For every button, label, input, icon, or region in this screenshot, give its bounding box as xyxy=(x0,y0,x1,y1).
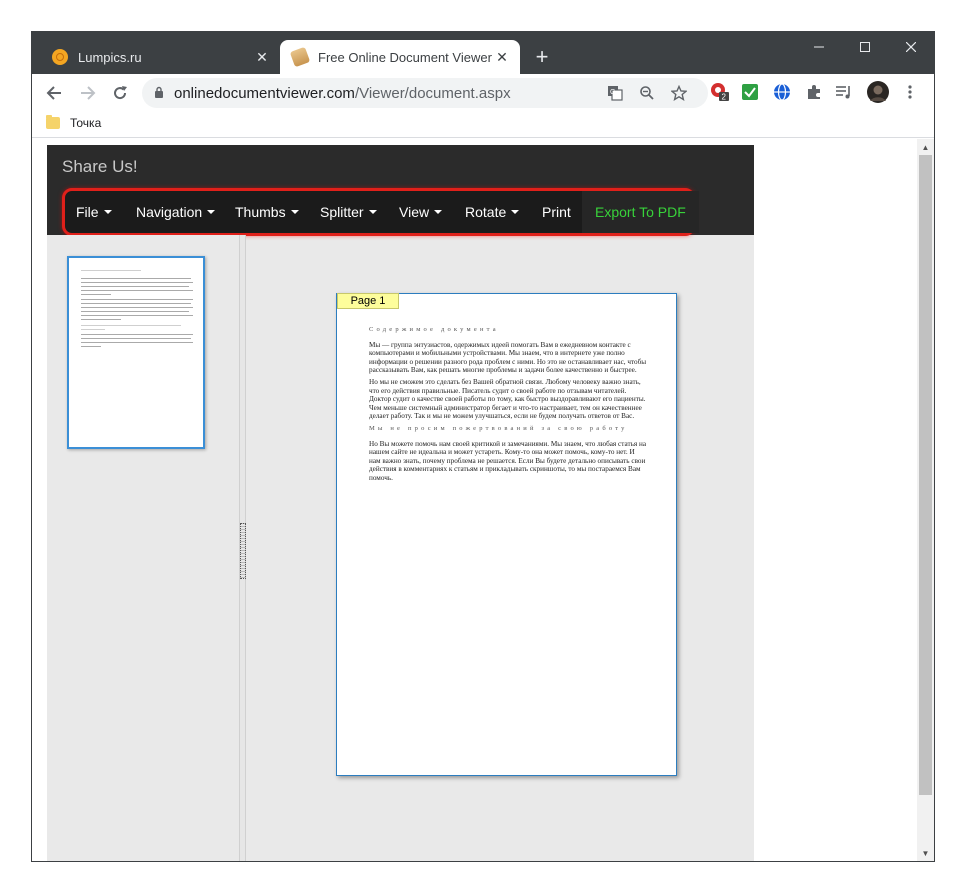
bookmarks-bar: Точка xyxy=(32,112,934,138)
menu-file[interactable]: File xyxy=(76,191,112,233)
menu-export-pdf[interactable]: Export To PDF xyxy=(582,191,699,233)
browser-window: Lumpics.ru ✕ Free Online Document Viewer… xyxy=(32,32,934,861)
url-text: onlinedocumentviewer.com/Viewer/document… xyxy=(174,85,511,102)
scrollbar-thumb[interactable] xyxy=(919,155,932,795)
translate-icon[interactable]: G xyxy=(604,82,626,104)
menu-label: Rotate xyxy=(465,204,507,220)
page-scrollbar[interactable]: ▲ ▼ xyxy=(917,139,934,861)
menu-label: Splitter xyxy=(320,204,364,220)
tab-document-viewer[interactable]: Free Online Document Viewer ✕ xyxy=(280,40,520,74)
scroll-favicon-icon xyxy=(289,46,311,68)
page-thumbnail[interactable] xyxy=(67,256,205,449)
document-viewer-app: Share Us! File Navigation Thumbs Splitte… xyxy=(47,145,754,861)
menu-print[interactable]: Print xyxy=(542,191,571,233)
caret-down-icon xyxy=(434,210,443,214)
address-bar[interactable]: onlinedocumentviewer.com/Viewer/document… xyxy=(142,78,708,108)
menu-rotate[interactable]: Rotate xyxy=(465,191,520,233)
caret-down-icon xyxy=(103,210,112,214)
new-tab-plus-icon[interactable]: + xyxy=(530,46,554,70)
menu-label: File xyxy=(76,204,99,220)
bookmark-label: Точка xyxy=(70,116,102,130)
document-text: Содержимое документа Мы — группа энтузиа… xyxy=(369,326,647,486)
document-paragraph: Но мы не сможем это сделать без Вашей об… xyxy=(369,377,646,421)
page-label: Page 1 xyxy=(337,293,399,309)
menu-splitter[interactable]: Splitter xyxy=(320,191,377,233)
document-paragraph: Мы — группа энтузиастов, одержимых идеей… xyxy=(369,340,647,375)
folder-icon xyxy=(46,115,60,129)
scroll-down-arrow-icon[interactable]: ▼ xyxy=(917,845,934,861)
puzzle-extensions-icon[interactable] xyxy=(804,82,824,102)
back-arrow-icon[interactable] xyxy=(40,79,68,107)
tab-strip: Lumpics.ru ✕ Free Online Document Viewer… xyxy=(32,32,934,74)
browser-toolbar: onlinedocumentviewer.com/Viewer/document… xyxy=(32,74,934,112)
thumbnails-pane xyxy=(47,235,240,861)
url-path: /Viewer/document.aspx xyxy=(354,85,511,102)
avatar[interactable] xyxy=(866,80,890,104)
splitter-grip-handle[interactable] xyxy=(240,523,246,579)
zoom-icon[interactable] xyxy=(636,82,658,104)
close-icon[interactable]: ✕ xyxy=(252,47,272,67)
tab-title: Free Online Document Viewer xyxy=(318,49,492,65)
viewer-menubar: File Navigation Thumbs Splitter View Rot… xyxy=(62,188,699,236)
viewer-header: Share Us! File Navigation Thumbs Splitte… xyxy=(47,145,754,236)
extension-badge: 2 xyxy=(722,93,727,102)
menu-label: Export To PDF xyxy=(595,204,686,220)
menu-label: Navigation xyxy=(136,204,203,220)
lock-icon xyxy=(155,86,163,98)
bookmark-star-icon[interactable] xyxy=(668,82,690,104)
checkmark-extension-icon[interactable] xyxy=(740,82,760,102)
caret-down-icon xyxy=(207,210,216,214)
adblock-extension-icon[interactable]: 2 xyxy=(710,82,730,102)
caret-down-icon xyxy=(290,210,299,214)
minimize-icon[interactable] xyxy=(796,32,842,62)
document-heading: Мы не просим пожертвований за свою работ… xyxy=(369,424,628,432)
bookmark-folder[interactable]: Точка xyxy=(46,115,102,130)
pane-splitter[interactable] xyxy=(240,235,246,861)
media-queue-icon[interactable] xyxy=(834,82,854,102)
menu-navigation[interactable]: Navigation xyxy=(136,191,216,233)
lumpics-favicon-icon xyxy=(52,49,68,65)
document-paragraph: Но Вы можете помочь нам своей критикой и… xyxy=(369,439,647,482)
menu-label: Print xyxy=(542,204,571,220)
close-icon[interactable]: ✕ xyxy=(492,47,512,67)
caret-down-icon xyxy=(368,210,377,214)
menu-label: View xyxy=(399,204,430,220)
document-heading: Содержимое документа xyxy=(369,326,499,333)
document-page: Page 1 Содержимое документа Мы — группа … xyxy=(336,293,677,776)
share-us-link[interactable]: Share Us! xyxy=(62,157,138,177)
globe-extension-icon[interactable] xyxy=(772,82,792,102)
caret-down-icon xyxy=(511,210,520,214)
window-close-icon[interactable] xyxy=(888,32,934,62)
page-content: Share Us! File Navigation Thumbs Splitte… xyxy=(32,139,934,861)
menu-view[interactable]: View xyxy=(399,191,443,233)
tab-title: Lumpics.ru xyxy=(78,49,142,65)
tab-lumpics[interactable]: Lumpics.ru ✕ xyxy=(40,40,280,74)
forward-arrow-icon[interactable] xyxy=(74,79,102,107)
more-vert-icon[interactable] xyxy=(900,82,920,102)
menu-thumbs[interactable]: Thumbs xyxy=(235,191,299,233)
scroll-up-arrow-icon[interactable]: ▲ xyxy=(917,139,934,155)
url-host: onlinedocumentviewer.com xyxy=(174,85,355,102)
reload-icon[interactable] xyxy=(106,79,134,107)
svg-text:G: G xyxy=(610,89,615,96)
menu-label: Thumbs xyxy=(235,204,286,220)
maximize-icon[interactable] xyxy=(842,32,888,62)
